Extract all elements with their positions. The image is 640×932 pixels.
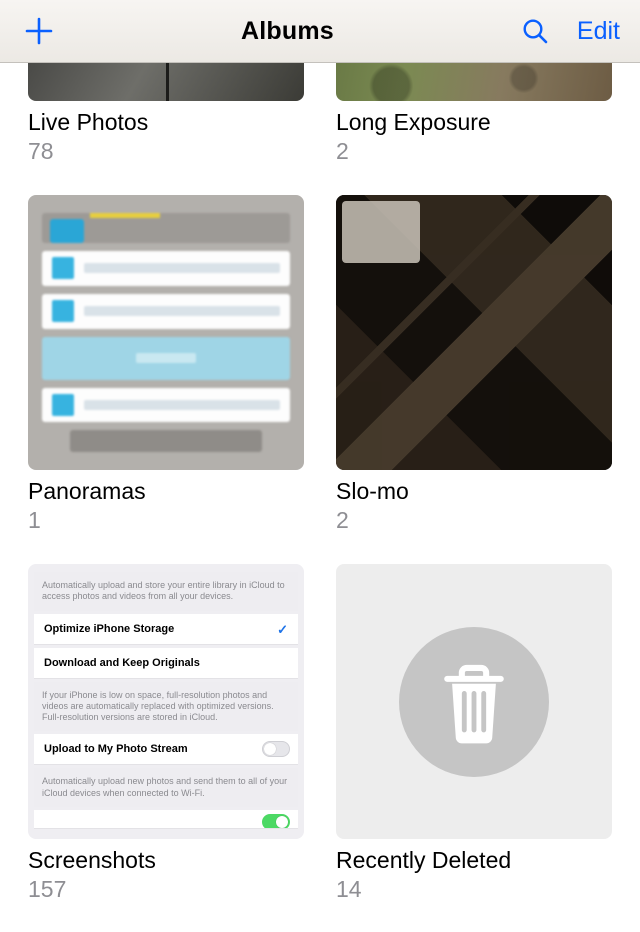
albums-grid: Live Photos 78 Long Exposure 2 Panoramas: [0, 63, 640, 897]
album-count: 1: [28, 507, 304, 534]
thumb-text: Upload to My Photo Stream: [34, 734, 298, 765]
album-recently-deleted[interactable]: Recently Deleted 14: [336, 564, 612, 897]
thumb-text: Automatically upload and store your enti…: [34, 572, 298, 611]
album-count: 14: [336, 876, 612, 903]
album-long-exposure[interactable]: Long Exposure 2: [336, 63, 612, 165]
edit-button[interactable]: Edit: [577, 17, 620, 46]
toggle-icon: [262, 741, 290, 757]
navigation-bar: Albums Edit: [0, 0, 640, 63]
album-title: Long Exposure: [336, 109, 612, 136]
page-title: Albums: [241, 17, 334, 46]
album-screenshots[interactable]: Automatically upload and store your enti…: [28, 564, 304, 897]
album-thumbnail: [336, 564, 612, 839]
album-count: 2: [336, 507, 612, 534]
album-title: Slo-mo: [336, 478, 612, 505]
thumb-label: Upload to My Photo Stream: [44, 743, 188, 755]
trash-icon: [399, 627, 549, 777]
album-count: 157: [28, 876, 304, 903]
thumb-text: Optimize iPhone Storage: [34, 614, 298, 645]
album-count: 78: [28, 138, 304, 165]
album-slo-mo[interactable]: Slo-mo 2: [336, 195, 612, 534]
thumb-text: Download and Keep Originals: [34, 648, 298, 679]
search-button[interactable]: [521, 17, 549, 45]
album-title: Live Photos: [28, 109, 304, 136]
album-thumbnail: [336, 195, 612, 470]
album-count: 2: [336, 138, 612, 165]
thumb-text: If your iPhone is low on space, full-res…: [34, 682, 298, 732]
album-thumbnail: [336, 63, 612, 101]
thumb-text: Automatically upload new photos and send…: [34, 768, 298, 807]
album-title: Recently Deleted: [336, 847, 612, 874]
toggle-icon: [262, 814, 290, 829]
album-thumbnail: [28, 63, 304, 101]
album-panoramas[interactable]: Panoramas 1: [28, 195, 304, 534]
album-thumbnail: [28, 195, 304, 470]
album-title: Panoramas: [28, 478, 304, 505]
add-album-button[interactable]: [24, 16, 54, 46]
thumb-text: [34, 810, 298, 829]
album-title: Screenshots: [28, 847, 304, 874]
album-thumbnail: Automatically upload and store your enti…: [28, 564, 304, 839]
album-live-photos[interactable]: Live Photos 78: [28, 63, 304, 165]
